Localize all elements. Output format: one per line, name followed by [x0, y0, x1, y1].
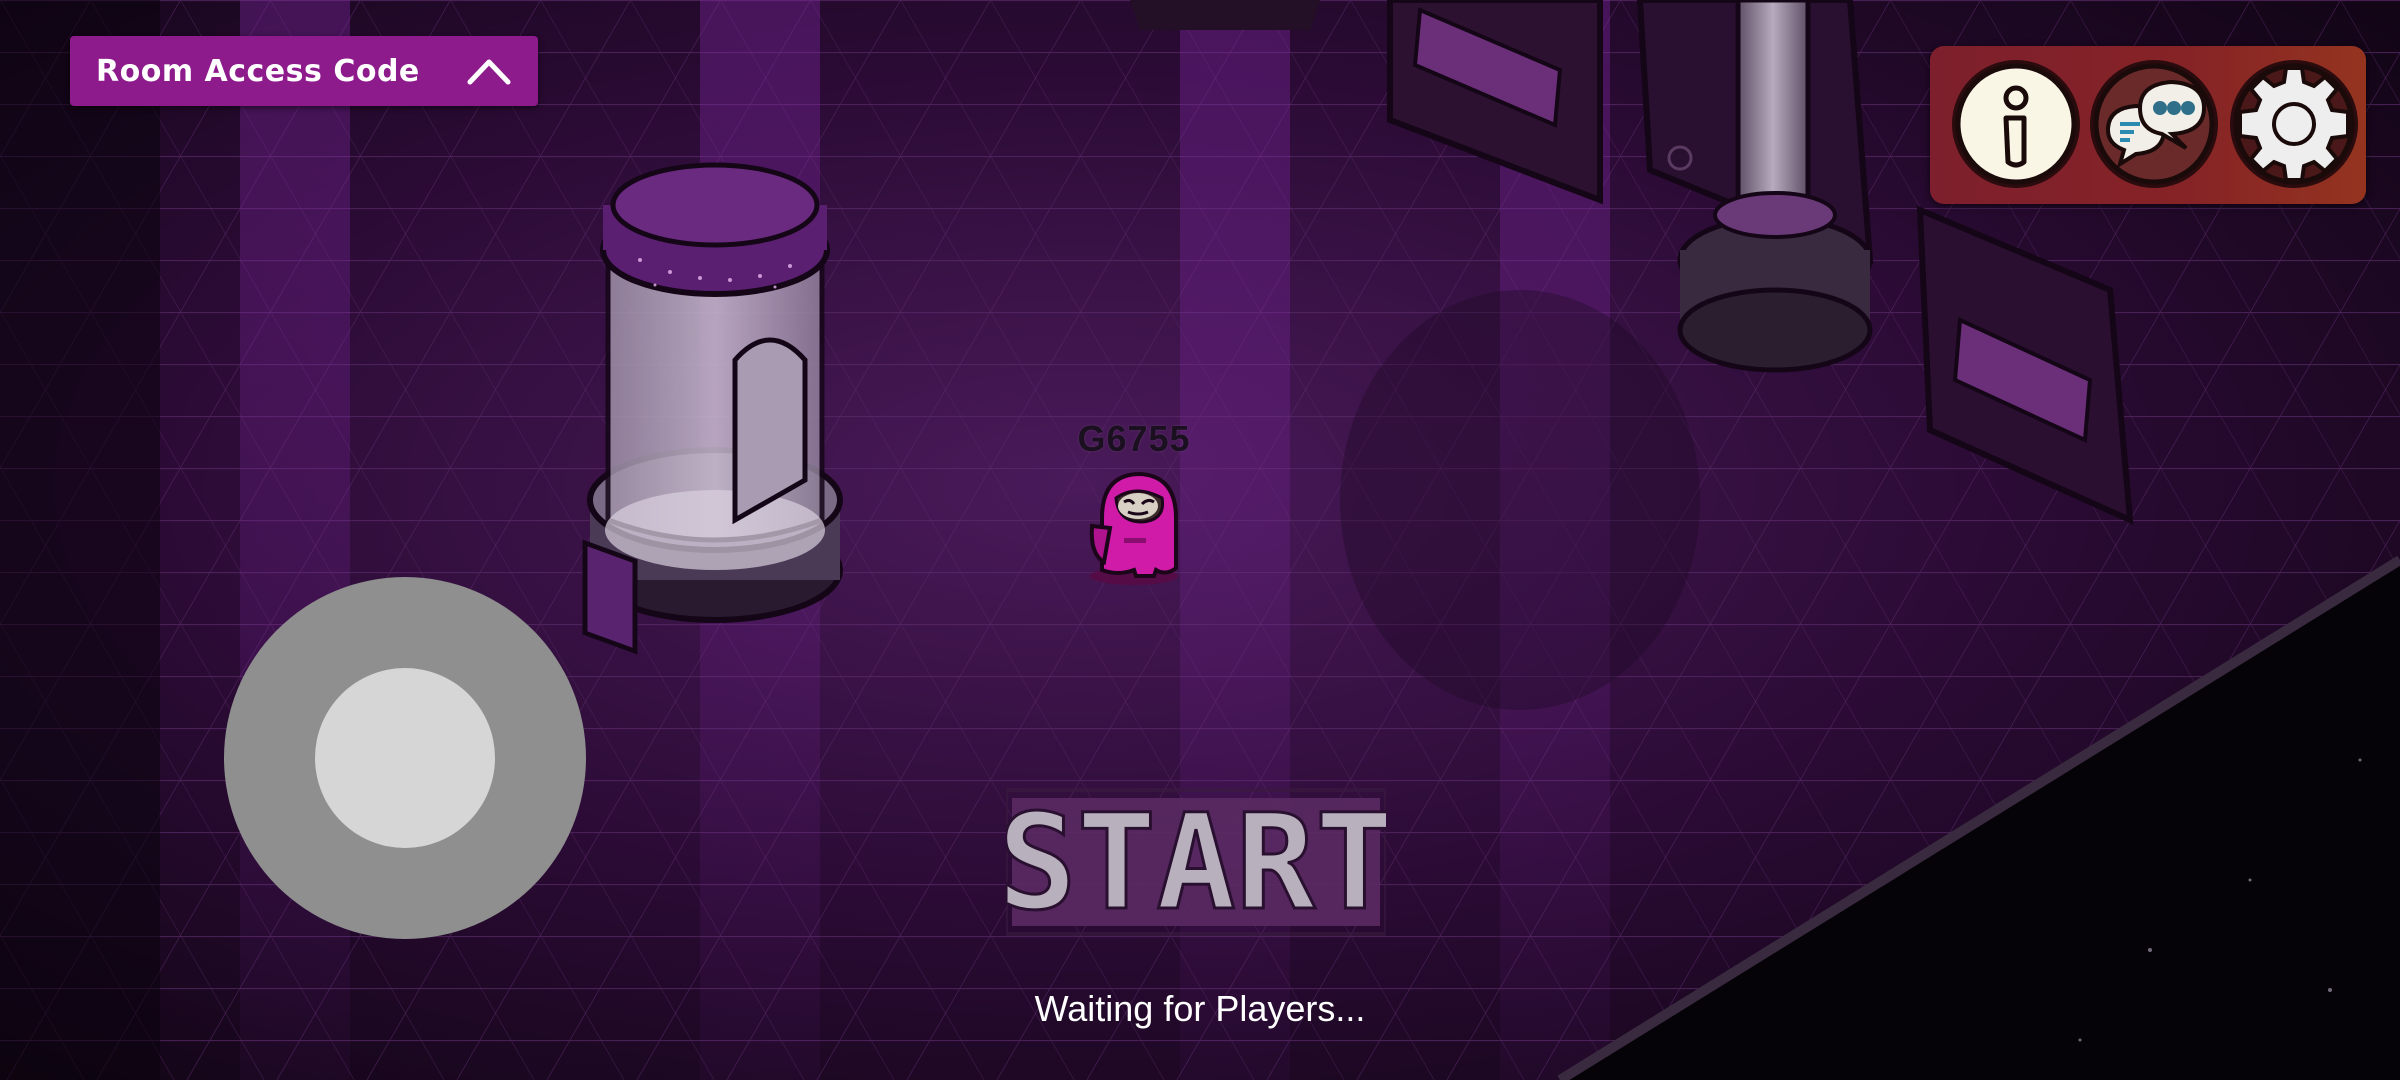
- room-access-code-label: Room Access Code: [96, 53, 420, 89]
- gear-icon: [2233, 63, 2355, 185]
- top-button-bar: [1930, 46, 2366, 204]
- joystick-knob[interactable]: [315, 668, 495, 848]
- room-access-code-panel[interactable]: Room Access Code: [70, 36, 538, 106]
- start-button[interactable]: START START: [1006, 786, 1386, 938]
- waiting-status-text: Waiting for Players...: [1034, 988, 1366, 1029]
- start-pixel-text: START: [1006, 786, 1386, 938]
- chevron-up-icon[interactable]: [466, 56, 512, 86]
- game-scene: Room Access Code G6755 START Waiting for…: [0, 0, 2400, 1080]
- player-name-label: G6755: [1077, 418, 1191, 459]
- info-button[interactable]: [1952, 60, 2080, 188]
- settings-button[interactable]: [2230, 60, 2358, 188]
- start-text: START: [1006, 786, 1386, 938]
- chat-button[interactable]: [2090, 60, 2218, 188]
- info-icon: [1955, 63, 2077, 185]
- chat-icon: [2093, 63, 2215, 185]
- movement-joystick[interactable]: [224, 577, 586, 939]
- player-character: [1089, 471, 1178, 585]
